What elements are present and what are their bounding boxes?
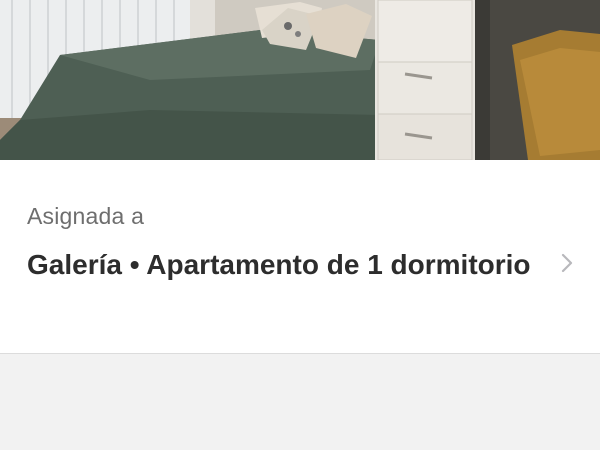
screen: Asignada a Galería • Apartamento de 1 do… xyxy=(0,0,600,450)
assigned-label: Asignada a xyxy=(27,203,145,229)
chevron-right-icon xyxy=(556,252,578,274)
room-photo xyxy=(0,0,600,160)
unit-title: Galería • Apartamento de 1 dormitorio xyxy=(27,249,531,280)
assigned-unit-row[interactable]: Asignada a Galería • Apartamento de 1 do… xyxy=(0,160,600,354)
